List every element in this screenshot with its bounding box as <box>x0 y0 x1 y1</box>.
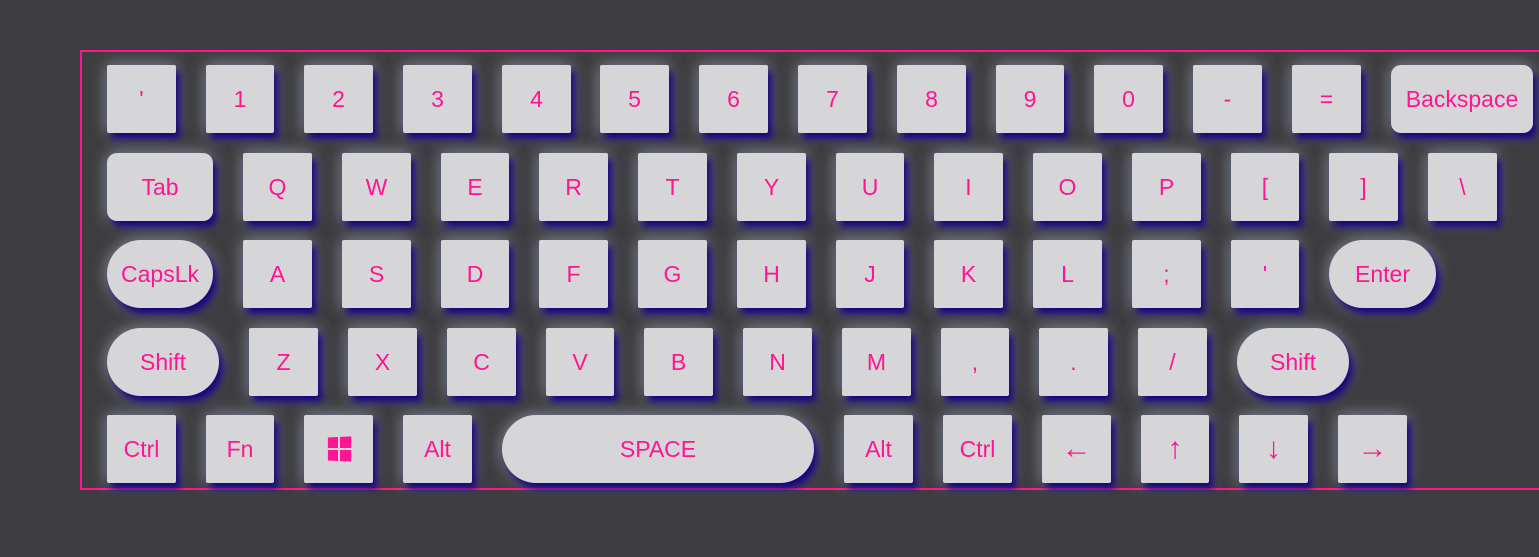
key-shift-left[interactable]: Shift <box>107 328 219 396</box>
key-g[interactable]: G <box>638 240 707 308</box>
key-semicolon[interactable]: ; <box>1132 240 1201 308</box>
key-windows[interactable] <box>304 415 373 483</box>
key-r[interactable]: R <box>539 153 608 221</box>
key-2[interactable]: 2 <box>304 65 373 133</box>
key-e[interactable]: E <box>441 153 509 221</box>
key-backtick[interactable]: ' <box>107 65 176 133</box>
key-y[interactable]: Y <box>737 153 806 221</box>
windows-logo-icon <box>327 436 351 462</box>
key-w[interactable]: W <box>342 153 411 221</box>
key-h[interactable]: H <box>737 240 806 308</box>
key-fn[interactable]: Fn <box>206 415 274 483</box>
key-shift-right[interactable]: Shift <box>1237 328 1349 396</box>
key-arrow-up[interactable]: ↑ <box>1141 415 1209 483</box>
key-comma[interactable]: , <box>941 328 1009 396</box>
key-l[interactable]: L <box>1033 240 1102 308</box>
key-space[interactable]: SPACE <box>502 415 814 483</box>
key-arrow-left[interactable]: ← <box>1042 415 1111 483</box>
key-alt-right[interactable]: Alt <box>844 415 913 483</box>
key-1[interactable]: 1 <box>206 65 274 133</box>
key-capslock[interactable]: CapsLk <box>107 240 213 308</box>
key-c[interactable]: C <box>447 328 516 396</box>
key-m[interactable]: M <box>842 328 911 396</box>
key-k[interactable]: K <box>934 240 1003 308</box>
key-enter[interactable]: Enter <box>1329 240 1436 308</box>
key-b[interactable]: B <box>644 328 713 396</box>
key-left-bracket[interactable]: [ <box>1231 153 1299 221</box>
key-j[interactable]: J <box>836 240 904 308</box>
key-p[interactable]: P <box>1132 153 1201 221</box>
key-q[interactable]: Q <box>243 153 312 221</box>
key-right-bracket[interactable]: ] <box>1329 153 1398 221</box>
key-backslash[interactable]: \ <box>1428 153 1497 221</box>
key-o[interactable]: O <box>1033 153 1102 221</box>
key-v[interactable]: V <box>546 328 614 396</box>
key-ctrl-right[interactable]: Ctrl <box>943 415 1012 483</box>
key-quote[interactable]: ' <box>1231 240 1299 308</box>
key-7[interactable]: 7 <box>798 65 867 133</box>
key-z[interactable]: Z <box>249 328 318 396</box>
key-period[interactable]: . <box>1039 328 1108 396</box>
key-u[interactable]: U <box>836 153 904 221</box>
key-alt-left[interactable]: Alt <box>403 415 472 483</box>
key-arrow-down[interactable]: ↓ <box>1239 415 1308 483</box>
key-4[interactable]: 4 <box>502 65 571 133</box>
key-0[interactable]: 0 <box>1094 65 1163 133</box>
key-8[interactable]: 8 <box>897 65 966 133</box>
key-minus[interactable]: - <box>1193 65 1262 133</box>
key-d[interactable]: D <box>441 240 509 308</box>
key-9[interactable]: 9 <box>996 65 1064 133</box>
key-6[interactable]: 6 <box>699 65 768 133</box>
key-i[interactable]: I <box>934 153 1003 221</box>
key-5[interactable]: 5 <box>600 65 669 133</box>
key-equals[interactable]: = <box>1292 65 1361 133</box>
key-ctrl-left[interactable]: Ctrl <box>107 415 176 483</box>
key-n[interactable]: N <box>743 328 812 396</box>
key-backspace[interactable]: Backspace <box>1391 65 1533 133</box>
key-t[interactable]: T <box>638 153 707 221</box>
key-x[interactable]: X <box>348 328 417 396</box>
key-slash[interactable]: / <box>1138 328 1207 396</box>
key-tab[interactable]: Tab <box>107 153 213 221</box>
key-arrow-right[interactable]: → <box>1338 415 1407 483</box>
key-3[interactable]: 3 <box>403 65 472 133</box>
key-f[interactable]: F <box>539 240 608 308</box>
key-s[interactable]: S <box>342 240 411 308</box>
key-a[interactable]: A <box>243 240 312 308</box>
